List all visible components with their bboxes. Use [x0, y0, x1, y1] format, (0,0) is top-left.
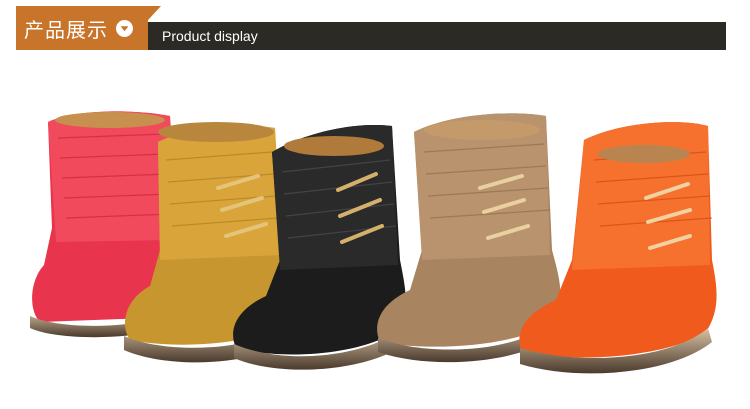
section-header: 产品展示 Product display — [16, 6, 726, 50]
title-bar: Product display — [148, 22, 726, 50]
chevron-down-icon — [116, 19, 133, 37]
section-tag-label: 产品展示 — [24, 17, 108, 42]
product-photo — [30, 111, 717, 374]
section-tag: 产品展示 — [16, 6, 148, 50]
section-title: Product display — [162, 28, 258, 44]
tag-notch — [148, 6, 161, 20]
